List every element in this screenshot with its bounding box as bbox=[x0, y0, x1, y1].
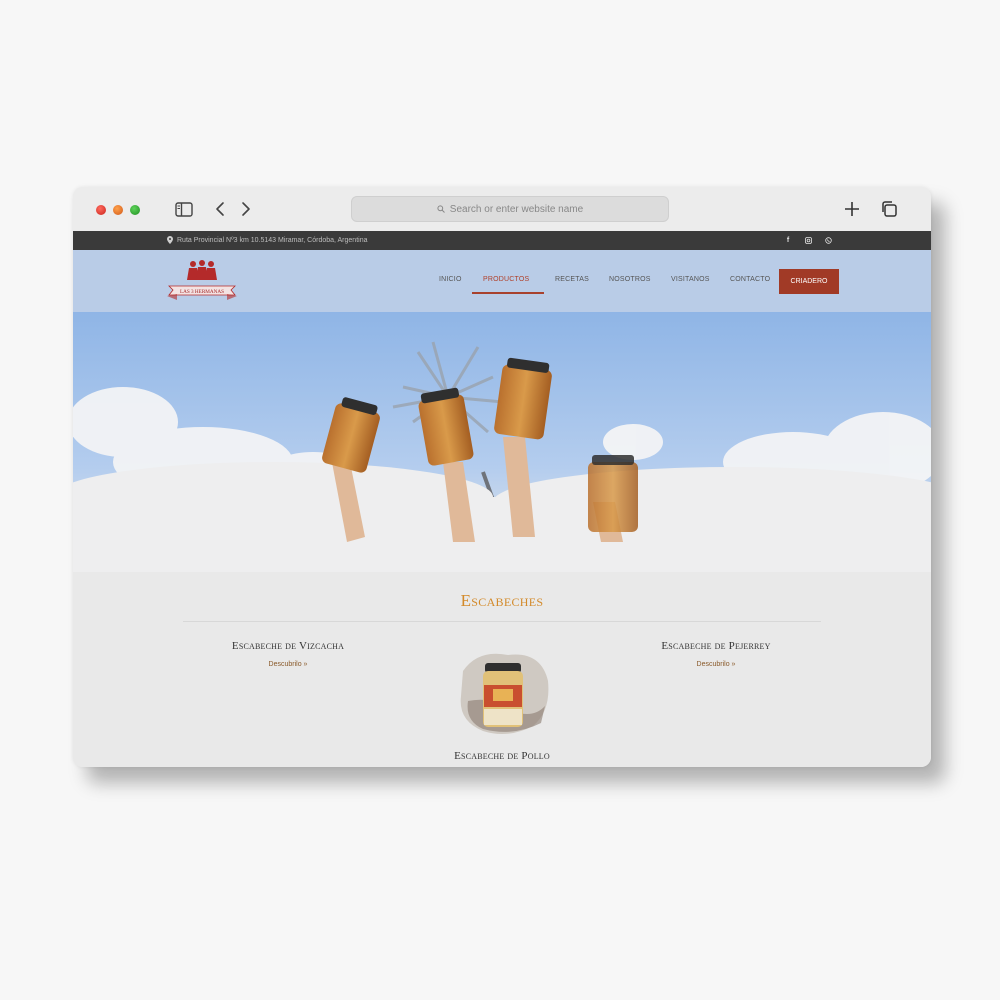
active-nav-indicator bbox=[472, 292, 544, 294]
product-name-pollo[interactable]: Escabeche de Pollo bbox=[402, 750, 602, 762]
nav-item-nosotros[interactable]: NOSOTROS bbox=[609, 276, 651, 283]
discover-link-vizcacha[interactable]: Descubrilo » bbox=[188, 661, 388, 668]
section-title: Escabeches bbox=[460, 591, 544, 610]
minimize-window-button[interactable] bbox=[113, 205, 123, 215]
top-info-bar: Ruta Provincial Nº3 km 10.5143 Miramar, … bbox=[73, 231, 931, 250]
nav-item-visitanos[interactable]: VISITANOS bbox=[671, 276, 710, 283]
search-icon bbox=[437, 205, 445, 213]
nav-item-productos[interactable]: PRODUCTOS bbox=[483, 276, 529, 283]
address-info: Ruta Provincial Nº3 km 10.5143 Miramar, … bbox=[167, 236, 367, 244]
logo-text: LAS 3 HERMANAS bbox=[180, 289, 224, 295]
zoom-window-button[interactable] bbox=[130, 205, 140, 215]
address-bar[interactable]: Search or enter website name bbox=[351, 196, 669, 222]
product-name-pejerrey[interactable]: Escabeche de Pejerrey bbox=[616, 640, 816, 652]
product-image-pollo[interactable] bbox=[453, 641, 553, 741]
close-window-button[interactable] bbox=[96, 205, 106, 215]
plus-icon[interactable] bbox=[841, 198, 863, 220]
sidebar-icon[interactable] bbox=[173, 198, 195, 220]
back-chevron-icon[interactable] bbox=[211, 198, 229, 220]
whatsapp-icon[interactable] bbox=[822, 234, 834, 246]
browser-window: Search or enter website name Ruta Provin… bbox=[73, 187, 931, 767]
nav-item-recetas[interactable]: RECETAS bbox=[555, 276, 589, 283]
criadero-button[interactable]: CRIADERO bbox=[779, 269, 839, 294]
section-divider bbox=[183, 621, 821, 622]
nav-item-contacto[interactable]: CONTACTO bbox=[730, 276, 770, 283]
hero-image bbox=[73, 312, 931, 572]
site-header: LAS 3 HERMANAS INICIO PRODUCTOS RECETAS … bbox=[73, 250, 931, 312]
browser-toolbar: Search or enter website name bbox=[73, 187, 931, 231]
address-placeholder: Search or enter website name bbox=[449, 203, 584, 215]
discover-link-pejerrey[interactable]: Descubrilo » bbox=[616, 661, 816, 668]
tabs-icon[interactable] bbox=[878, 198, 900, 220]
nav-item-inicio[interactable]: INICIO bbox=[439, 276, 462, 283]
instagram-icon[interactable] bbox=[802, 234, 814, 246]
product-name-vizcacha[interactable]: Escabeche de Vizcacha bbox=[188, 640, 388, 652]
forward-chevron-icon[interactable] bbox=[237, 198, 255, 220]
address-text: Ruta Provincial Nº3 km 10.5143 Miramar, … bbox=[177, 236, 368, 244]
location-pin-icon bbox=[167, 236, 173, 244]
website-viewport: Ruta Provincial Nº3 km 10.5143 Miramar, … bbox=[73, 231, 931, 767]
brand-logo[interactable]: LAS 3 HERMANAS bbox=[165, 259, 239, 303]
facebook-icon[interactable]: f bbox=[782, 234, 794, 246]
